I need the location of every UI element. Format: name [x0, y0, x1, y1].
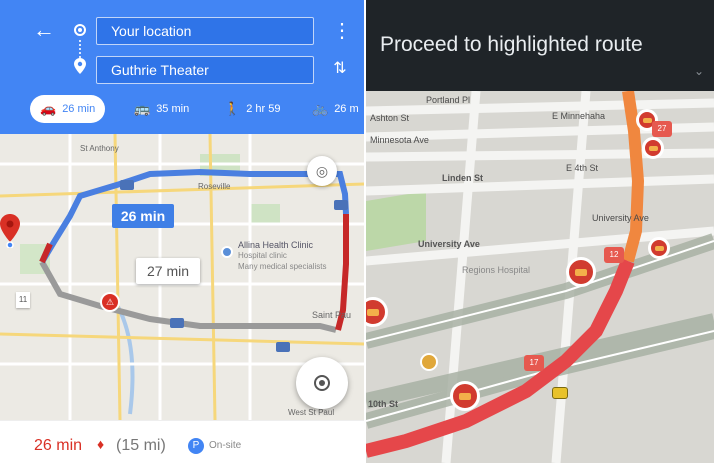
- traffic-jam-icon[interactable]: [648, 237, 670, 259]
- street-label: 10th St: [368, 399, 399, 409]
- more-options-icon[interactable]: ⋮: [332, 18, 352, 44]
- street-label: University Ave: [592, 213, 649, 223]
- back-arrow-icon[interactable]: ←: [30, 16, 58, 44]
- map-label-st-anthony: St Anthony: [80, 144, 119, 153]
- route-map[interactable]: St Anthony Roseville Saint Pau West St P…: [0, 134, 364, 420]
- highway-shield-icon: [334, 200, 348, 210]
- street-label: Minnesota Ave: [370, 135, 429, 145]
- traffic-incident-icon[interactable]: ⚠: [100, 292, 120, 312]
- poi-label: Regions Hospital: [462, 265, 531, 275]
- start-location-pin-icon: [0, 214, 20, 248]
- directions-header: ← Your location Guthrie Theater ⋮ ⇅ 🚗 26…: [0, 0, 364, 134]
- poi-subtitle: Hospital clinic: [238, 251, 287, 260]
- street-label: Portland Pl: [426, 95, 471, 105]
- swap-route-icon[interactable]: ⇅: [330, 56, 350, 82]
- alternate-route-time-badge[interactable]: 27 min: [136, 258, 200, 284]
- traffic-jam-icon[interactable]: [642, 137, 664, 159]
- tab-transit[interactable]: 🚌 35 min: [134, 95, 189, 123]
- street-label: Ashton St: [370, 113, 410, 123]
- route-shield-chip: 11: [16, 292, 30, 308]
- highway-shield-icon: [120, 180, 134, 190]
- summary-distance: (15 mi): [116, 437, 166, 454]
- summary-note: On-site: [209, 440, 242, 451]
- layers-button[interactable]: ◎: [307, 156, 337, 186]
- street-label: E Minnehaha: [552, 111, 606, 121]
- travel-mode-tabs: 🚗 26 min 🚌 35 min 🚶 2 hr 59 🚲 26 m: [0, 92, 364, 128]
- poi-description: Many medical specialists: [238, 262, 327, 271]
- highway-shield-icon: [170, 318, 184, 328]
- mode-label: 35 min: [156, 103, 190, 115]
- route-summary[interactable]: 26 min ♦ (15 mi) P On-site: [0, 420, 364, 463]
- route-connector: [79, 40, 83, 58]
- street-label: Linden St: [442, 173, 483, 183]
- instruction-banner[interactable]: Proceed to highlighted route ⌄: [366, 0, 714, 91]
- my-location-button[interactable]: [296, 357, 348, 409]
- origin-dot-icon: [74, 24, 86, 36]
- user-car-icon: [552, 387, 568, 399]
- mode-label: 26 m: [334, 103, 359, 115]
- navigation-map[interactable]: Portland Pl Ashton St E Minnehaha Minnes…: [366, 91, 714, 463]
- origin-field[interactable]: Your location: [96, 17, 314, 45]
- car-icon: 🚗: [40, 101, 57, 116]
- map-label-roseville: Roseville: [198, 182, 231, 191]
- traffic-jam-icon[interactable]: [450, 381, 480, 411]
- walk-icon: 🚶: [224, 101, 241, 116]
- traffic-badge: 12: [604, 247, 624, 263]
- summary-time: 26 min: [34, 437, 83, 454]
- bike-icon: 🚲: [312, 101, 329, 116]
- street-label: E 4th St: [566, 163, 599, 173]
- highway-shield-icon: [276, 342, 290, 352]
- tab-driving[interactable]: 🚗 26 min: [30, 95, 106, 123]
- traffic-badge: 17: [524, 355, 544, 371]
- traffic-jam-icon[interactable]: [566, 257, 596, 287]
- chevron-down-icon[interactable]: ⌄: [694, 64, 704, 78]
- police-icon[interactable]: [420, 353, 438, 371]
- destination-field[interactable]: Guthrie Theater: [96, 56, 314, 84]
- map-label-saint-paul: Saint Pau: [312, 310, 352, 320]
- hospital-poi-icon[interactable]: [221, 246, 233, 258]
- destination-pin-icon: [74, 58, 86, 74]
- tab-cycling[interactable]: 🚲 26 m: [312, 95, 359, 123]
- waze-panel: Proceed to highlighted route ⌄ Portland …: [366, 0, 714, 463]
- map-label-west-st-paul: West St Paul: [288, 408, 335, 417]
- google-maps-panel: ← Your location Guthrie Theater ⋮ ⇅ 🚗 26…: [0, 0, 364, 463]
- traffic-trend-icon: ♦: [97, 436, 105, 452]
- transit-icon: 🚌: [134, 101, 151, 116]
- mode-label: 26 min: [62, 103, 96, 115]
- info-badge-icon: P: [188, 438, 204, 454]
- traffic-badge: 27: [652, 121, 672, 137]
- primary-route-time-badge[interactable]: 26 min: [112, 204, 174, 228]
- tab-walking[interactable]: 🚶 2 hr 59: [224, 95, 280, 123]
- mode-label: 2 hr 59: [246, 103, 281, 115]
- poi-title: Allina Health Clinic: [238, 240, 314, 250]
- street-label: University Ave: [418, 239, 480, 249]
- instruction-text: Proceed to highlighted route: [380, 33, 643, 56]
